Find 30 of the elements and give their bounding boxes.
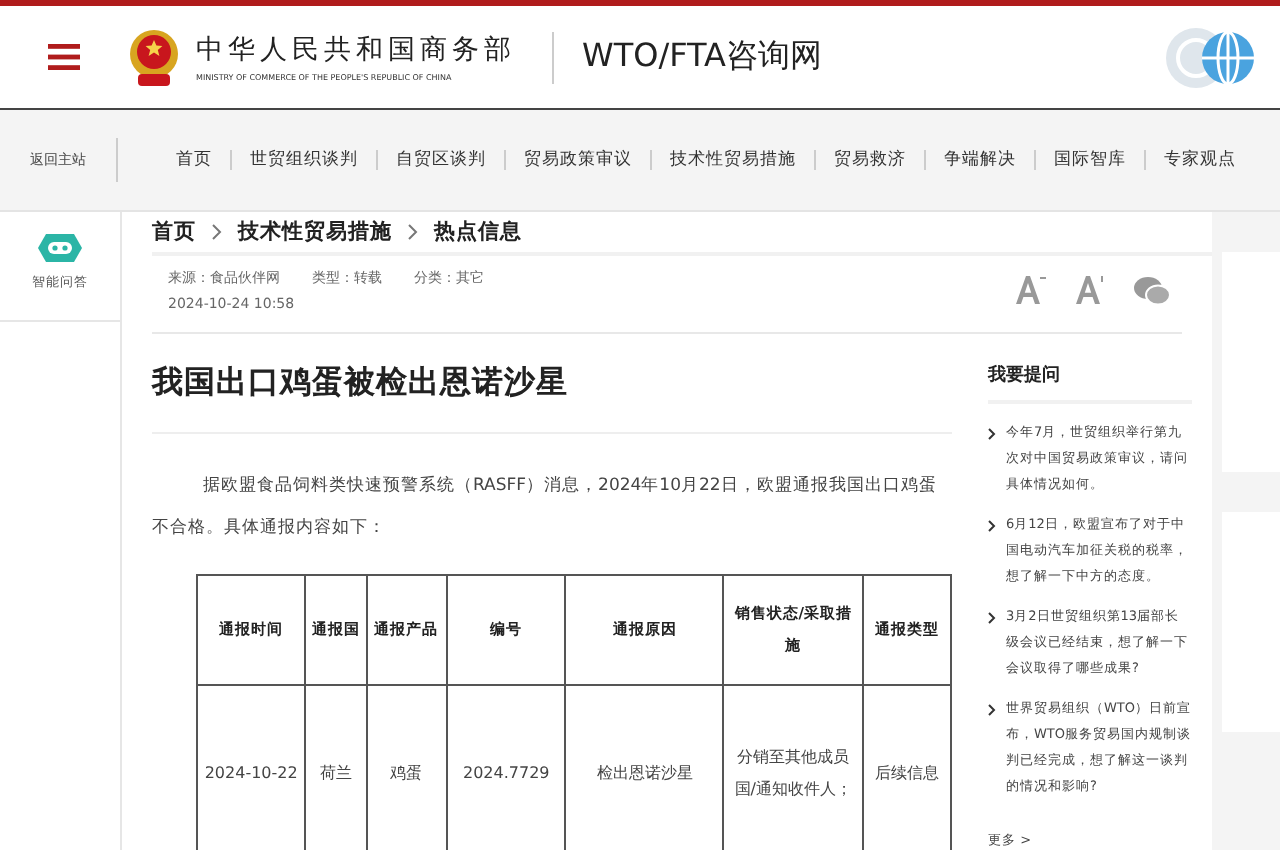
chevron-icon bbox=[988, 612, 996, 624]
chevron-icon bbox=[988, 704, 996, 716]
wechat-icon[interactable] bbox=[1134, 275, 1170, 305]
ministry-name: 中华人民共和国商务部 bbox=[196, 32, 516, 68]
chevron-icon bbox=[988, 428, 996, 440]
breadcrumb-link[interactable]: 热点信息 bbox=[434, 218, 522, 246]
breadcrumb-link[interactable]: 技术性贸易措施 bbox=[238, 218, 392, 246]
questions-heading: 我要提问 bbox=[988, 362, 1192, 404]
site-title: WTO/FTA咨询网 bbox=[582, 36, 822, 78]
menu-icon[interactable] bbox=[48, 44, 80, 70]
nav-item[interactable]: 贸易政策审议 bbox=[506, 148, 650, 172]
nav-item[interactable]: 贸易救济 bbox=[816, 148, 924, 172]
font-larger-icon[interactable] bbox=[1014, 274, 1046, 306]
chevron-icon bbox=[408, 224, 418, 240]
font-smaller-icon[interactable] bbox=[1074, 274, 1106, 306]
emblem-icon bbox=[128, 27, 180, 87]
breadcrumb-link[interactable]: 首页 bbox=[152, 218, 196, 246]
nav-item[interactable]: 争端解决 bbox=[926, 148, 1034, 172]
chevron-icon bbox=[988, 520, 996, 532]
article-paragraph: 据欧盟食品饲料类快速预警系统（RASFF）消息，2024年10月22日，欧盟通报我国出口鸡蛋不合格。具体通报内容如下： bbox=[152, 473, 939, 542]
nav-item[interactable]: 技术性贸易措施 bbox=[652, 148, 814, 172]
nav-item[interactable]: 自贸区谈判 bbox=[378, 148, 504, 172]
robot-icon[interactable] bbox=[38, 232, 82, 264]
nav-item[interactable]: 专家观点 bbox=[1146, 148, 1254, 172]
chevron-icon bbox=[212, 224, 222, 240]
nav-item[interactable]: 世贸组织谈判 bbox=[232, 148, 376, 172]
table-cell: 2024-10-22 bbox=[197, 685, 306, 850]
nav-item[interactable]: 首页 bbox=[158, 148, 230, 172]
article-title: 我国出口鸡蛋被检出恩诺沙星 bbox=[152, 334, 952, 434]
nav-item[interactable]: 国际智库 bbox=[1036, 148, 1144, 172]
